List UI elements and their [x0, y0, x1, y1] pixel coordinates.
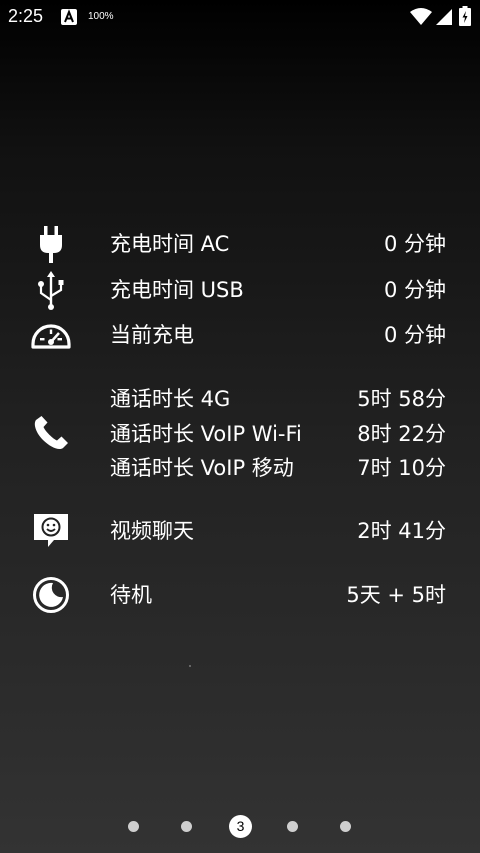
call-voip-mobile-value: 7时 10分 [357, 456, 446, 480]
charge-usb-label: 充电时间 USB [110, 278, 244, 302]
plug-icon [40, 226, 62, 263]
battery-icon [459, 6, 471, 26]
status-bar: 2:25 100% [0, 0, 480, 34]
speedometer-icon [31, 324, 71, 349]
signal-icon [436, 9, 452, 25]
wifi-icon [410, 8, 432, 25]
charge-ac-value: 0 分钟 [383, 232, 446, 256]
a-badge-icon [61, 9, 77, 25]
charge-usb-value: 0 分钟 [383, 278, 446, 302]
page-dot-4[interactable] [287, 821, 298, 832]
call-4g-value: 5时 58分 [357, 387, 446, 411]
call-4g-label: 通话时长 4G [110, 387, 231, 411]
charge-ac-label: 充电时间 AC [110, 232, 230, 256]
video-chat-value: 2时 41分 [357, 519, 446, 543]
page-dot-5[interactable] [340, 821, 351, 832]
call-voip-wifi-value: 8时 22分 [357, 422, 446, 446]
moon-icon [33, 577, 69, 613]
standby-label: 待机 [110, 583, 152, 607]
current-charge-value: 0 分钟 [383, 323, 446, 347]
call-voip-mobile-label: 通话时长 VoIP 移动 [110, 456, 294, 480]
page-dot-current[interactable]: 3 [229, 815, 252, 838]
call-voip-wifi-label: 通话时长 VoIP Wi-Fi [110, 422, 302, 446]
video-chat-label: 视频聊天 [110, 519, 194, 543]
video-chat-icon [34, 514, 68, 547]
usb-icon [38, 271, 64, 310]
status-time: 2:25 [8, 6, 44, 26]
standby-value: 5天 + 5时 [346, 583, 446, 607]
page-dot-2[interactable] [181, 821, 192, 832]
artifact-dot [189, 665, 191, 667]
battery-percent: 100% [88, 11, 114, 22]
current-charge-label: 当前充电 [110, 323, 194, 347]
phone-icon [34, 416, 68, 450]
page-dot-1[interactable] [128, 821, 139, 832]
